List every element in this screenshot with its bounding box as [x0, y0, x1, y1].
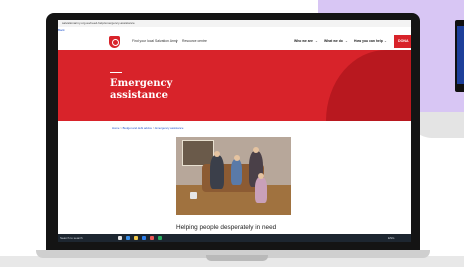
- taskview-icon[interactable]: [118, 236, 122, 240]
- find-local-link[interactable]: Find your local Salvation Army: [132, 39, 178, 43]
- donate-button[interactable]: DONA: [394, 35, 411, 48]
- nav-what-we-do[interactable]: What we do: [324, 39, 343, 43]
- hero-curve-shape: [326, 50, 411, 121]
- site-header: Find your local Salvation Army | Resourc…: [58, 33, 411, 50]
- photo-person: [255, 177, 267, 203]
- breadcrumb: Home > Budget and debt advice > Emergenc…: [112, 126, 183, 130]
- photo-person: [210, 155, 224, 189]
- chevron-down-icon: ⌄: [384, 39, 387, 43]
- section-heading: Helping people desperately in need: [176, 224, 277, 231]
- family-photo: [176, 137, 291, 215]
- app-icon[interactable]: [158, 236, 162, 240]
- back-link[interactable]: Back: [58, 28, 65, 32]
- nav-divider: |: [176, 39, 177, 43]
- page-title-line2: assistance: [110, 90, 168, 101]
- store-icon[interactable]: [142, 236, 146, 240]
- hero-banner: Emergency assistance: [58, 50, 411, 121]
- photo-head: [253, 147, 259, 153]
- photo-head: [258, 173, 264, 179]
- app-icon[interactable]: [150, 236, 154, 240]
- os-taskbar: Search to search ENG: [58, 234, 411, 242]
- page-title-line1: Emergency: [110, 78, 173, 89]
- photo-person: [231, 159, 242, 185]
- photo-head: [214, 151, 220, 157]
- side-device-screen: [457, 26, 464, 84]
- laptop-screen: salvationarmy.org.au/need-help/emergency…: [58, 20, 411, 242]
- nav-how-you-can-help[interactable]: How you can help: [354, 39, 383, 43]
- photo-head: [234, 155, 240, 161]
- breadcrumb-current: Emergency assistance: [155, 126, 184, 130]
- laptop-notch: [206, 255, 268, 261]
- file-explorer-icon[interactable]: [134, 236, 138, 240]
- hero-accent-line: [110, 72, 122, 73]
- browser-url-bar[interactable]: salvationarmy.org.au/need-help/emergency…: [58, 20, 411, 27]
- url-text: salvationarmy.org.au/need-help/emergency…: [62, 21, 135, 25]
- photo-wall-frame: [182, 140, 214, 166]
- page-title: Emergency assistance: [110, 78, 210, 102]
- breadcrumb-need-help[interactable]: Budget and debt advice: [123, 126, 152, 130]
- nav-who-we-are[interactable]: Who we are: [294, 39, 313, 43]
- edge-icon[interactable]: [126, 236, 130, 240]
- resource-centre-link[interactable]: Resource centre: [182, 39, 207, 43]
- chevron-down-icon: ⌄: [315, 39, 318, 43]
- chevron-down-icon: ⌄: [345, 39, 348, 43]
- side-device: [455, 20, 464, 92]
- system-tray[interactable]: ENG: [388, 235, 395, 241]
- photo-bucket: [190, 192, 197, 199]
- salvation-army-shield-logo[interactable]: [109, 36, 120, 48]
- taskbar-search[interactable]: Search to search: [60, 235, 83, 241]
